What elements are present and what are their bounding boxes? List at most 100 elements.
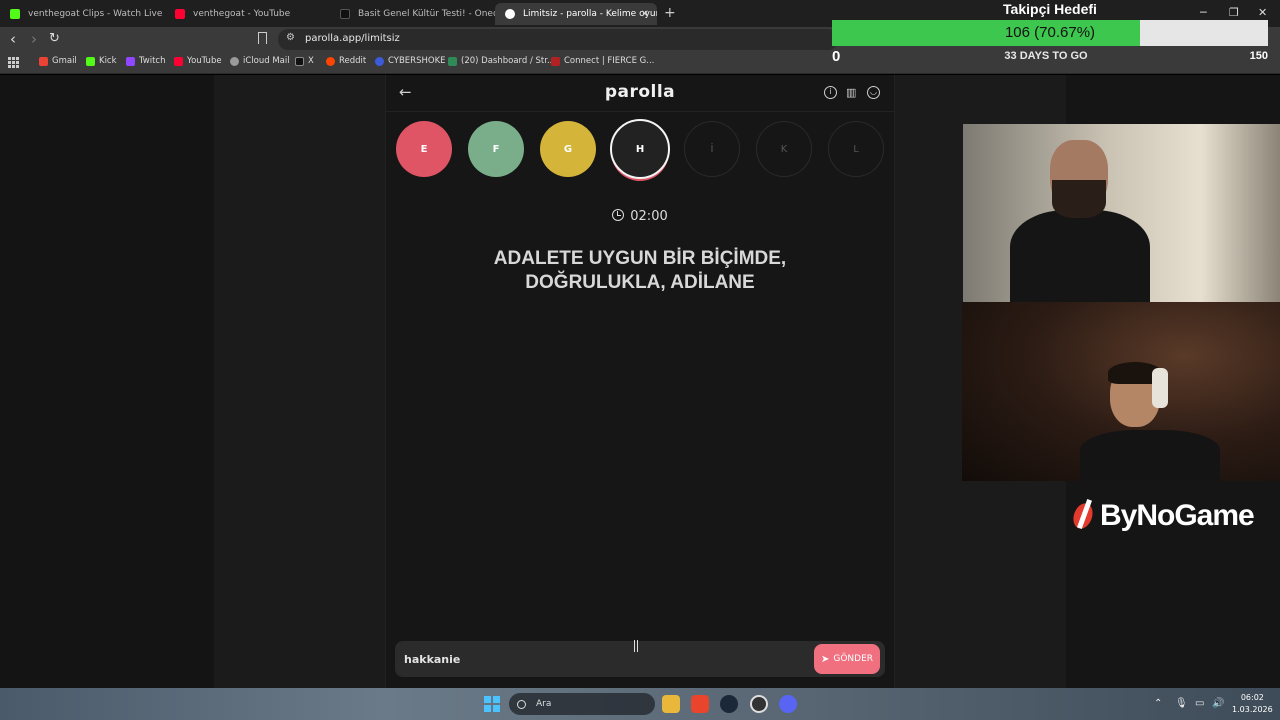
volume-icon[interactable]: 🔊 xyxy=(1212,698,1224,709)
bookmark-label: YouTube xyxy=(187,56,222,66)
reddit-icon xyxy=(326,56,335,66)
site-info-icon[interactable]: ⚙ xyxy=(286,32,295,43)
letter-circle-passed: G xyxy=(540,121,596,177)
clue-text: ADALETE UYGUN BİR BİÇİMDE, DOĞRULUKLA, A… xyxy=(420,247,860,295)
bookmark-label: iCloud Mail xyxy=(243,56,290,66)
fierce-icon xyxy=(551,56,560,66)
profile-icon[interactable]: ◡ xyxy=(867,86,880,99)
bookmark-reddit[interactable]: Reddit xyxy=(326,56,366,66)
guest-person xyxy=(1010,140,1150,302)
bookmark-fierce[interactable]: Connect | FIERCE G... xyxy=(551,56,654,66)
youtube-icon xyxy=(174,56,183,66)
send-icon: ➤ xyxy=(820,653,830,665)
close-tab-icon[interactable]: ✕ xyxy=(641,9,649,20)
goal-days-left: 33 DAYS TO GO xyxy=(1004,50,1088,62)
letter-circle-pending: K xyxy=(756,121,812,177)
gmail-icon xyxy=(39,56,48,66)
back-button[interactable]: ‹ xyxy=(10,31,16,47)
omnibox[interactable]: ⚙ parolla.app/limitsiz xyxy=(278,29,838,50)
parolla-icon xyxy=(505,9,515,19)
bookmark-cybershoke[interactable]: CYBERSHOKE xyxy=(375,56,446,66)
letter-label: İ xyxy=(710,143,714,155)
reload-button[interactable]: ↻ xyxy=(49,31,60,47)
search-icon xyxy=(517,699,526,709)
bookmark-icon[interactable] xyxy=(258,32,267,44)
onedio-icon xyxy=(340,9,350,19)
windows-start-icon[interactable] xyxy=(484,696,500,712)
tab-label: Limitsiz - parolla - Kelime oyunu xyxy=(523,9,657,19)
taskbar-search[interactable]: Ara xyxy=(509,693,655,715)
bookmark-label: Gmail xyxy=(52,56,77,66)
send-button[interactable]: ➤ GÖNDER xyxy=(814,644,880,674)
bookmark-label: Reddit xyxy=(339,56,367,66)
brave-icon[interactable] xyxy=(691,695,709,713)
send-label: GÖNDER xyxy=(833,654,874,664)
goal-max: 150 xyxy=(1249,50,1268,62)
bookmark-label: (20) Dashboard / Str... xyxy=(461,56,556,66)
tab-label: venthegoat Clips - Watch Live on Kic xyxy=(28,9,165,19)
page-background-left xyxy=(0,75,214,688)
stats-icon[interactable]: ▥ xyxy=(846,86,859,99)
bookmark-x[interactable]: X xyxy=(295,56,314,66)
obs-icon[interactable] xyxy=(750,695,768,713)
tab-kick-clips[interactable]: venthegoat Clips - Watch Live on Kic xyxy=(0,3,165,25)
bynogame-logo-icon xyxy=(1070,499,1096,533)
bookmark-youtube[interactable]: YouTube xyxy=(174,56,222,66)
tray-chevron-icon[interactable]: ⌃ xyxy=(1154,698,1162,709)
goal-progress-text: 106 (70.67%) xyxy=(1004,24,1096,41)
clue-line: DOĞRULUKLA, ADİLANE xyxy=(525,272,755,293)
kick-icon xyxy=(86,56,95,66)
tab-parolla[interactable]: Limitsiz - parolla - Kelime oyunu ✕ xyxy=(495,3,657,25)
tab-youtube[interactable]: venthegoat - YouTube xyxy=(165,3,330,25)
new-tab-button[interactable]: + xyxy=(664,5,676,21)
answer-input[interactable] xyxy=(404,650,784,668)
answer-box xyxy=(395,641,885,677)
bookmark-label: Twitch xyxy=(139,56,166,66)
bookmark-gmail[interactable]: Gmail xyxy=(39,56,77,66)
letter-circle-correct: F xyxy=(468,121,524,177)
tab-label: venthegoat - YouTube xyxy=(193,9,291,19)
letter-circle-pending: L xyxy=(828,121,884,177)
bookmark-twitch[interactable]: Twitch xyxy=(126,56,166,66)
forward-button[interactable]: › xyxy=(31,31,37,47)
network-icon[interactable]: ▭ xyxy=(1195,698,1204,709)
bookmark-label: Connect | FIERCE G... xyxy=(564,56,655,66)
microphone-icon[interactable]: 🎙 xyxy=(1175,698,1188,709)
bookmark-label: Kick xyxy=(99,56,117,66)
letter-label: E xyxy=(420,143,428,155)
twitch-icon xyxy=(126,56,135,66)
timer-value: 02:00 xyxy=(630,209,668,224)
bookmark-icloud[interactable]: iCloud Mail xyxy=(230,56,290,66)
letter-label: K xyxy=(780,143,788,155)
bookmark-dashboard[interactable]: (20) Dashboard / Str... xyxy=(448,56,555,66)
taskbar-clock[interactable]: 06:02 1.03.2026 xyxy=(1232,692,1273,716)
clock-icon xyxy=(612,209,625,221)
clock-date: 1.03.2026 xyxy=(1232,705,1273,714)
letter-label: H xyxy=(635,143,645,155)
kick-icon xyxy=(10,9,20,19)
tab-label: Basit Genel Kültür Testi! - Onedio xyxy=(358,9,495,19)
apps-icon[interactable] xyxy=(8,57,19,68)
info-icon[interactable]: i xyxy=(824,86,837,99)
streamlabs-icon xyxy=(448,56,457,66)
letter-label: G xyxy=(563,143,573,155)
bookmark-label: CYBERSHOKE xyxy=(388,56,446,66)
letter-progress: E F G H İ K L xyxy=(396,119,886,181)
url-text: parolla.app/limitsiz xyxy=(305,33,400,44)
discord-icon[interactable] xyxy=(779,695,797,713)
letter-circle-active: H xyxy=(610,119,670,179)
letter-label: F xyxy=(492,143,500,155)
parolla-logo: parolla xyxy=(604,82,676,102)
search-label: Ara xyxy=(536,699,552,709)
steam-icon[interactable] xyxy=(720,695,738,713)
webcam-streamer xyxy=(962,302,1280,481)
letter-circle-pending: İ xyxy=(684,121,740,177)
goal-title: Takipçi Hedefi xyxy=(1003,1,1097,17)
streamer-person xyxy=(1080,350,1220,481)
letter-label: L xyxy=(853,143,859,155)
file-explorer-icon[interactable] xyxy=(662,695,680,713)
tab-onedio[interactable]: Basit Genel Kültür Testi! - Onedio xyxy=(330,3,495,25)
clock-time: 06:02 xyxy=(1240,693,1264,702)
youtube-icon xyxy=(175,9,185,19)
bookmark-kick[interactable]: Kick xyxy=(86,56,117,66)
